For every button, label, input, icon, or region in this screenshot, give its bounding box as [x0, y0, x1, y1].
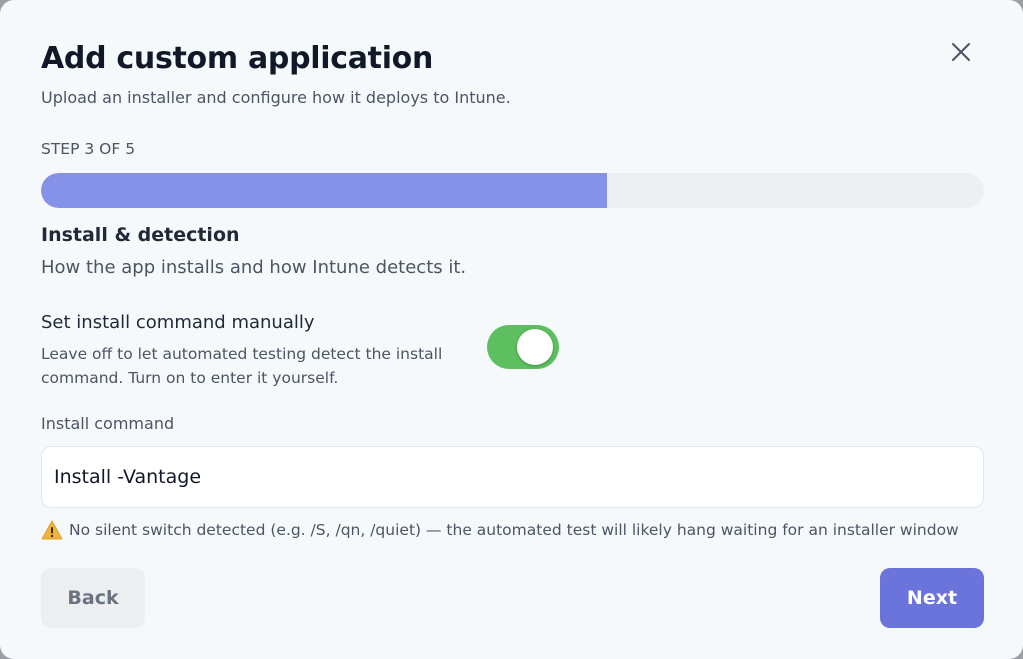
dialog-subtitle: Upload an installer and configure how it… [41, 88, 511, 107]
add-custom-application-dialog: Add custom application Upload an install… [0, 0, 1023, 659]
section-title: Install & detection [41, 224, 240, 246]
close-icon [952, 43, 970, 61]
install-command-label: Install command [41, 414, 175, 433]
install-command-input[interactable] [41, 446, 984, 508]
manual-command-toggle-description: Leave off to let automated testing detec… [41, 345, 443, 387]
warning-text: No silent switch detected (e.g. /S, /qn,… [69, 521, 959, 539]
step-indicator: STEP 3 OF 5 [41, 140, 136, 158]
back-button[interactable]: Back [41, 568, 145, 628]
warning-triangle-icon [41, 520, 63, 539]
section-description: How the app installs and how Intune dete… [41, 257, 467, 278]
silent-switch-warning: No silent switch detected (e.g. /S, /qn,… [41, 518, 959, 542]
close-button[interactable] [946, 37, 976, 67]
manual-command-toggle-label: Set install command manually [41, 312, 315, 333]
next-button[interactable]: Next [880, 568, 984, 628]
progress-bar-fill [41, 173, 607, 208]
dialog-title: Add custom application [41, 41, 434, 76]
manual-command-toggle[interactable] [487, 325, 559, 369]
progress-bar [41, 173, 984, 208]
toggle-knob [517, 329, 553, 365]
